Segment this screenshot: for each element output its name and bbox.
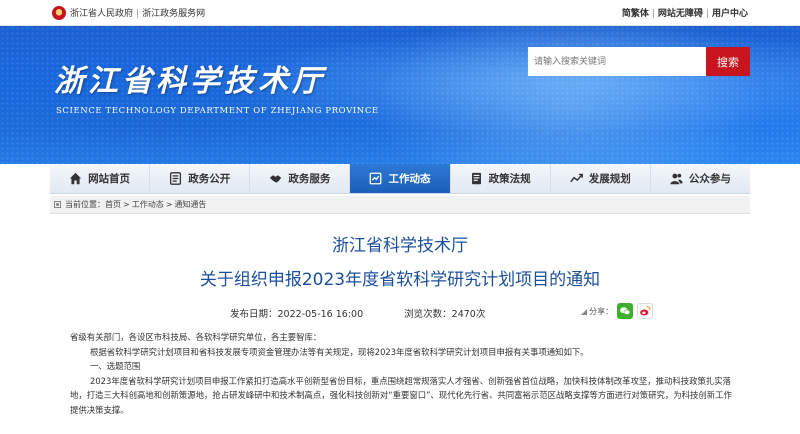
wechat-icon[interactable] <box>617 303 634 319</box>
site-title[interactable]: 浙江省科学技术厅 <box>54 56 326 100</box>
article-title: 关于组织申报2023年度省软科学研究计划项目的通知 <box>199 270 601 290</box>
views-label: 浏览次数： <box>404 309 452 320</box>
location-pin-icon <box>54 201 61 208</box>
share-label: 分享： <box>589 306 614 316</box>
nav-item-government-services[interactable]: 政务服务 <box>250 164 351 193</box>
nav-item-home[interactable]: 网站首页 <box>50 164 151 193</box>
article-paragraph: 省级有关部门，各设区市科技局、各软科学研究单位，各主要智库： <box>70 332 322 342</box>
weibo-icon[interactable] <box>637 303 654 319</box>
nav-item-label: 政务服务 <box>288 173 331 185</box>
top-bar: 浙江省人民政府 | 浙江政务服务网 简繁体 | 网站无障碍 | 用户中心 <box>0 0 800 26</box>
breadcrumb-separator: > <box>165 200 173 209</box>
search-input[interactable] <box>528 47 706 76</box>
breadcrumb-separator: > <box>123 200 130 209</box>
share-bar: ◢ 分享： <box>581 303 654 319</box>
nav-item-label: 公众参与 <box>688 173 731 185</box>
nav-item-work-news[interactable]: 工作动态 <box>350 164 451 193</box>
link-traditional-chinese[interactable]: 简繁体 <box>622 9 649 19</box>
nav-item-label: 网站首页 <box>88 173 131 185</box>
link-zhejiang-gov-service[interactable]: 浙江政务服务网 <box>142 6 205 19</box>
document-list-icon <box>169 172 182 185</box>
breadcrumb: 当前位置： 首页 > 工作动态 > 通知通告 <box>50 196 750 214</box>
link-zhejiang-government[interactable]: 浙江省人民政府 <box>70 6 133 19</box>
breadcrumb-work-news[interactable]: 工作动态 <box>132 199 164 210</box>
search-button[interactable]: 搜索 <box>706 47 750 76</box>
article-paragraph: 2023年度省软科学研究计划项目申报工作紧扣打造高水平创新型省份目标，重点围绕超… <box>70 375 732 415</box>
separator: | <box>705 9 709 19</box>
main-nav: 网站首页 政务公开 政务服务 工作动态 政策法规 发展规划 公众参与 <box>50 164 750 194</box>
nav-item-public-participation[interactable]: 公众参与 <box>651 164 750 193</box>
emblem-icon <box>52 6 66 20</box>
breadcrumb-home[interactable]: 首页 <box>105 199 121 210</box>
top-right-links: 简繁体 | 网站无障碍 | 用户中心 <box>622 6 748 19</box>
article-section-heading: 一、选题范围 <box>90 361 141 372</box>
publish-label: 发布日期： <box>230 309 278 320</box>
home-icon <box>69 172 82 185</box>
article-meta: 发布日期：2022-05-16 16:00 浏览次数：2470次 <box>230 306 485 320</box>
nav-item-development-plan[interactable]: 发展规划 <box>551 164 651 193</box>
top-links: 浙江省人民政府 | 浙江政务服务网 <box>70 6 205 19</box>
nav-item-government-affairs[interactable]: 政务公开 <box>150 164 251 193</box>
breadcrumb-label: 当前位置： <box>65 200 105 209</box>
nav-item-policies[interactable]: 政策法规 <box>451 164 551 193</box>
site-subtitle: SCIENCE TECHNOLOGY DEPARTMENT OF ZHEJIAN… <box>56 106 379 116</box>
nav-item-label: 政务公开 <box>188 173 231 185</box>
nav-item-label: 工作动态 <box>388 173 431 185</box>
views-count: 2470次 <box>451 309 486 320</box>
plan-flow-icon <box>570 172 583 185</box>
breadcrumb-notices[interactable]: 通知通告 <box>174 199 206 210</box>
link-accessibility[interactable]: 网站无障碍 <box>658 9 703 19</box>
people-icon <box>670 172 683 185</box>
publish-date: 2022-05-16 16:00 <box>277 309 364 320</box>
nav-item-label: 发展规划 <box>588 173 631 185</box>
nav-item-label: 政策法规 <box>488 173 531 185</box>
link-user-center[interactable]: 用户中心 <box>712 9 748 19</box>
separator: | <box>136 9 140 19</box>
work-news-icon <box>369 172 382 185</box>
share-icon: ◢ <box>581 306 588 316</box>
article-agency: 浙江省科学技术厅 <box>332 236 468 256</box>
article-body: 省级有关部门，各设区市科技局、各软科学研究单位，各主要智库： 根据省软科学研究计… <box>70 330 740 418</box>
separator: | <box>651 9 655 19</box>
article-paragraph: 根据省软科学研究计划项目和省科技发展专项资金管理办法等有关规定，现将2023年度… <box>90 346 589 357</box>
handshake-icon <box>269 172 282 185</box>
policy-book-icon <box>470 172 483 185</box>
search-box: 搜索 <box>528 47 750 76</box>
